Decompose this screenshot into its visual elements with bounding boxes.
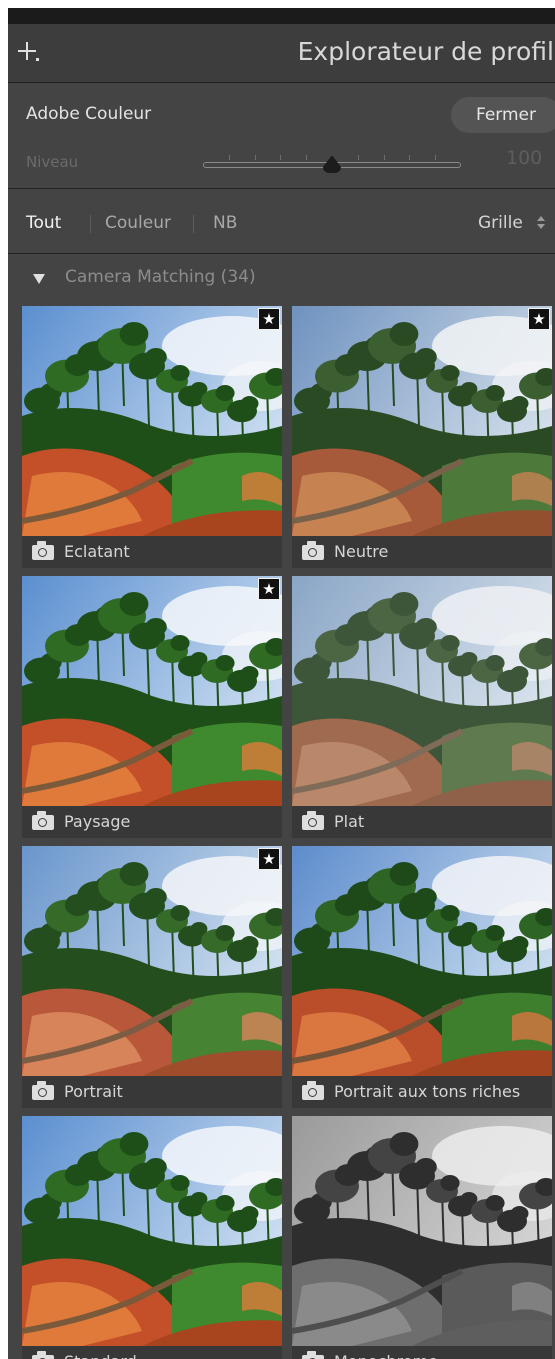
- level-value: 100: [506, 147, 543, 169]
- tile-name: Eclatant: [64, 542, 130, 561]
- slider-tick: [229, 155, 230, 160]
- slider-tick: [384, 155, 385, 160]
- group-header[interactable]: Camera Matching (34): [8, 254, 555, 304]
- tile-name: Standard: [64, 1352, 137, 1359]
- updown-arrows-icon[interactable]: [537, 216, 545, 230]
- profile-tile[interactable]: Standard: [22, 1116, 282, 1359]
- tile-caption: Portrait: [22, 1076, 282, 1108]
- slider-tick: [280, 155, 281, 160]
- group-label: Camera Matching (34): [65, 267, 256, 287]
- filter-bar: Tout Couleur NB Grille: [8, 189, 555, 254]
- tile-caption: Monochrome: [292, 1346, 552, 1359]
- star-icon[interactable]: ★: [258, 848, 280, 870]
- triangle-down-icon[interactable]: [33, 274, 45, 284]
- tile-name: Portrait: [64, 1082, 123, 1101]
- profile-thumbnail: [22, 576, 282, 806]
- profile-tile[interactable]: Paysage ★: [22, 576, 282, 838]
- tile-caption: Paysage: [22, 806, 282, 838]
- profile-browser-panel: Explorateur de profils Adobe Couleur Fer…: [8, 8, 555, 1359]
- slider-tick: [306, 155, 307, 160]
- slider-tick: [409, 155, 410, 160]
- profile-tile[interactable]: Neutre ★: [292, 306, 552, 568]
- profile-thumbnail: [22, 1116, 282, 1346]
- top-bar: [8, 8, 555, 24]
- camera-icon: [302, 541, 324, 560]
- star-icon[interactable]: ★: [528, 308, 550, 330]
- filter-tab-couleur[interactable]: Couleur: [105, 213, 171, 233]
- profile-section: Adobe Couleur Fermer Niveau 100: [8, 83, 555, 189]
- profile-tile[interactable]: Plat: [292, 576, 552, 838]
- add-profile-icon[interactable]: [18, 41, 40, 63]
- profile-thumbnail: [292, 1116, 552, 1346]
- tile-name: Paysage: [64, 812, 131, 831]
- filter-separator: [193, 215, 194, 233]
- panel-header: Explorateur de profils: [8, 24, 555, 83]
- camera-icon: [32, 1081, 54, 1100]
- profile-tile[interactable]: Eclatant ★: [22, 306, 282, 568]
- profile-tile[interactable]: Portrait aux tons riches: [292, 846, 552, 1108]
- tile-name: Monochrome: [334, 1352, 438, 1359]
- panel-title: Explorateur de profils: [297, 37, 555, 66]
- tile-caption: Neutre: [292, 536, 552, 568]
- profile-thumbnail: [292, 846, 552, 1076]
- slider-tick: [358, 155, 359, 160]
- tile-name: Portrait aux tons riches: [334, 1082, 521, 1101]
- tile-caption: Portrait aux tons riches: [292, 1076, 552, 1108]
- camera-icon: [302, 811, 324, 830]
- profile-tile[interactable]: Portrait ★: [22, 846, 282, 1108]
- camera-icon: [302, 1081, 324, 1100]
- profile-name: Adobe Couleur: [26, 104, 152, 124]
- slider-tick: [435, 155, 436, 160]
- camera-icon: [32, 811, 54, 830]
- filter-tab-nb[interactable]: NB: [213, 213, 237, 233]
- level-label: Niveau: [26, 153, 79, 171]
- camera-icon: [32, 541, 54, 560]
- filter-separator: [90, 215, 91, 233]
- tile-caption: Eclatant: [22, 536, 282, 568]
- close-button[interactable]: Fermer: [451, 97, 555, 133]
- slider-thumb[interactable]: [323, 155, 341, 167]
- tile-name: Neutre: [334, 542, 389, 561]
- camera-icon: [302, 1351, 324, 1359]
- tile-name: Plat: [334, 812, 365, 831]
- tile-caption: Standard: [22, 1346, 282, 1359]
- slider-thumb-base[interactable]: [323, 167, 341, 173]
- profile-thumbnail: [292, 306, 552, 536]
- filter-tab-tout[interactable]: Tout: [26, 213, 61, 233]
- profile-thumbnail: [22, 306, 282, 536]
- slider-tick: [255, 155, 256, 160]
- profile-tile[interactable]: Monochrome: [292, 1116, 552, 1359]
- tile-caption: Plat: [292, 806, 552, 838]
- profile-thumbnail: [292, 576, 552, 806]
- star-icon[interactable]: ★: [258, 308, 280, 330]
- view-mode-select[interactable]: Grille: [478, 213, 523, 233]
- star-icon[interactable]: ★: [258, 578, 280, 600]
- profile-thumbnail: [22, 846, 282, 1076]
- camera-icon: [32, 1351, 54, 1359]
